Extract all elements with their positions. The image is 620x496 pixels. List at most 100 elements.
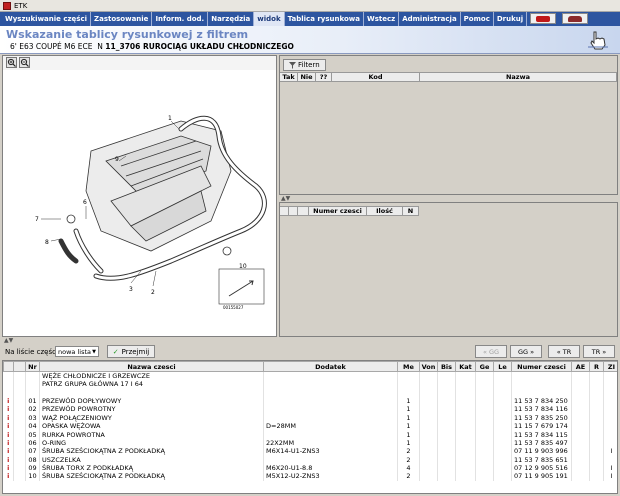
part-le [493,438,512,448]
table-row[interactable]: i 09 ŚRUBA TORX Z PODKŁADKĄ M6X20-U1-8.8 4 07… [3,463,617,473]
callout-1[interactable]: 1 [168,115,172,122]
part-ge [475,472,494,481]
menu-zastosowanie[interactable]: Zastosowanie [91,12,153,26]
menu-wyszukiwanie[interactable]: Wyszukiwanie części [2,12,92,26]
vehicle-icon-red[interactable] [530,13,557,24]
col-ae[interactable]: AE [571,361,590,372]
part-ae [571,371,590,380]
table-row[interactable]: i 03 WĄŻ POŁĄCZENIOWY 1 11 53 7 835 250 [3,413,617,422]
menu-inform-dod[interactable]: Inform. dod. [152,12,209,26]
vehicle-icon-car[interactable] [562,13,589,24]
part-von [419,371,438,380]
col-kod[interactable]: Kod [332,73,420,81]
col-ge[interactable]: Ge [475,361,494,372]
col-nazwa-czesci[interactable]: Nazwa czesci [39,361,264,372]
part-number: 11 53 7 834 250 [511,396,572,406]
part-von [419,405,438,414]
part-ae [571,380,590,389]
info-icon[interactable]: i [3,472,14,481]
info-icon[interactable]: i [3,421,14,431]
info-icon[interactable]: i [3,455,14,464]
zoom-out-icon[interactable] [19,57,30,68]
part-r [589,447,604,456]
part-number [511,380,572,389]
col-nr[interactable]: Nr [25,361,40,372]
menu-narzedzia[interactable]: Narzędzia [208,12,255,26]
table-row[interactable]: i 02 PRZEWÓD POWROTNY 1 11 53 7 834 116 [3,405,617,414]
col-nie[interactable]: Nie [298,73,316,81]
part-extra: 22X2MM [263,438,398,448]
col-kat[interactable]: Kat [455,361,476,372]
col-von[interactable]: Von [419,361,438,372]
col-numer-czesci[interactable]: Numer czesci [511,361,572,372]
col-dodatek[interactable]: Dodatek [263,361,398,372]
table-row[interactable]: i 04 OPASKA WĘŻOWA D=28MM 1 11 15 7 679 174 [3,421,617,431]
prev-tr-button[interactable]: « TR [548,345,580,358]
col-question[interactable]: ?? [316,73,332,81]
part-von [419,421,438,431]
info-icon [3,388,14,397]
info-icon[interactable]: i [3,405,14,414]
part-von [419,388,438,397]
callout-7[interactable]: 7 [35,216,39,223]
menu-widok[interactable]: widok [254,12,285,26]
callout-6[interactable]: 6 [83,199,87,206]
col-n[interactable]: N [403,207,419,215]
table-row[interactable]: i 10 ŚRUBA SZEŚCIOKĄTNA Z PODKŁADKĄ M5X12-U… [3,472,617,481]
col-bis[interactable]: Bis [437,361,456,372]
exploded-view-diagram[interactable]: 1 2 3 4 5 6 7 8 9 10 00155027 [31,111,276,311]
row-marker [13,447,26,456]
info-icon[interactable]: i [3,396,14,406]
callout-2[interactable]: 2 [151,289,155,296]
menu-tablica-rysunkowa[interactable]: Tablica rysunkowa [285,12,364,26]
table-row[interactable]: i 08 USZCZELKA 2 11 53 7 835 651 [3,455,617,464]
callout-3[interactable]: 3 [129,286,133,293]
menu-wstecz[interactable]: Wstecz [364,12,400,26]
col-me[interactable]: Me [397,361,420,372]
part-kat [455,447,476,456]
info-icon [3,371,14,380]
next-tr-button[interactable]: TR » [583,345,615,358]
przejmij-button[interactable]: ✓ Przejmij [107,345,155,358]
group-label: N [97,42,103,51]
table-row[interactable]: WĘŻE CHŁODNICZE I GRZEWCZE [3,371,617,380]
callout-9[interactable]: 9 [115,156,119,163]
list-select[interactable]: nowa lista ▼ [55,346,99,357]
menu-administracja[interactable]: Administracja [399,12,461,26]
part-le [493,405,512,414]
part-extra: M6X14-U1-ZNS3 [263,447,398,456]
zoom-in-icon[interactable] [6,57,17,68]
info-icon[interactable]: i [3,438,14,448]
filter-button[interactable]: Filtern [283,59,326,71]
table-row[interactable]: i 06 O-RING 22X2MM 1 11 53 7 835 497 [3,438,617,448]
part-me [397,380,420,389]
checkmark-icon: ✓ [112,347,119,356]
prev-gg-button[interactable]: « GG [475,345,507,358]
col-numer-czesci[interactable]: Numer czesci [309,207,367,215]
detail-inset [218,268,265,305]
part-nr [25,371,40,380]
col-ilosc[interactable]: Ilość [367,207,403,215]
table-row[interactable]: i 07 ŚRUBA SZEŚCIOKĄTNA Z PODKŁADKĄ M6X14-U… [3,447,617,456]
next-gg-button[interactable]: GG » [510,345,542,358]
table-row[interactable]: i 05 RURKA POWROTNA 1 11 53 7 834 115 [3,430,617,439]
part-von [419,438,438,448]
info-icon[interactable]: i [3,413,14,422]
part-kat [455,472,476,481]
col-r[interactable]: R [589,361,604,372]
part-von [419,455,438,464]
menu-pomoc[interactable]: Pomoc [461,12,494,26]
table-row[interactable]: i 01 PRZEWÓD DOPŁYWOWY 1 11 53 7 834 250 [3,396,617,406]
table-row[interactable]: PATRZ GRUPA GŁÓWNA 17 I 64 [3,380,617,389]
callout-8[interactable]: 8 [45,239,49,246]
col-tak[interactable]: Tak [280,73,298,81]
col-zi[interactable]: ZI [603,361,617,372]
info-icon[interactable]: i [3,463,14,473]
col-le[interactable]: Le [493,361,512,372]
info-icon[interactable]: i [3,447,14,456]
info-icon[interactable]: i [3,430,14,439]
menu-drukuj[interactable]: Drukuj [494,12,528,26]
part-zi [603,396,617,406]
table-row[interactable] [3,388,617,397]
col-nazwa[interactable]: Nazwa [420,73,617,81]
